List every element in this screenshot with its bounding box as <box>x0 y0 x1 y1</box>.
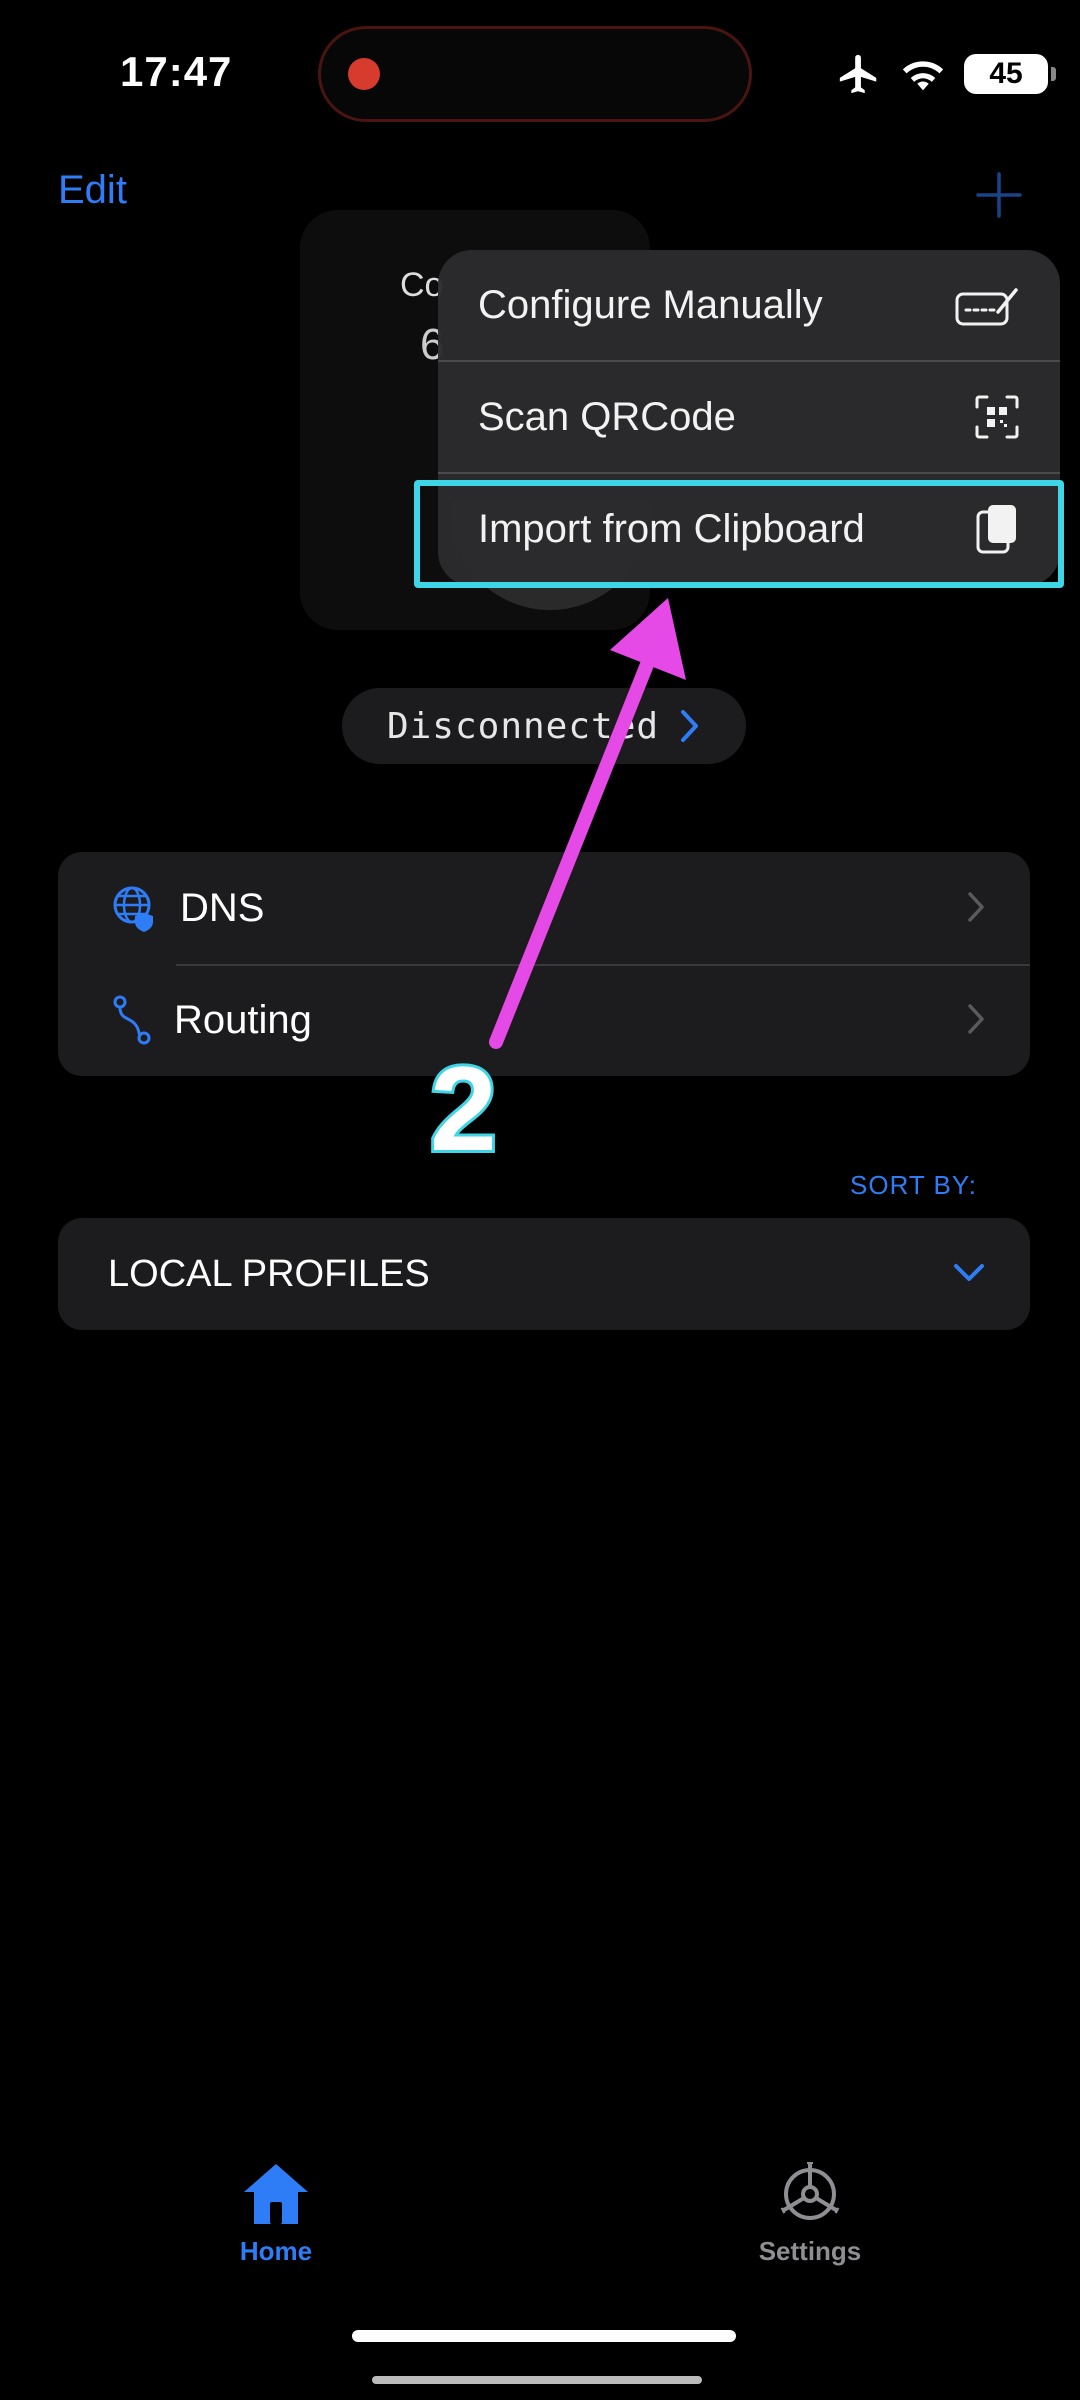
route-icon <box>113 995 151 1045</box>
airplane-icon <box>839 54 877 94</box>
globe-shield-icon <box>113 886 153 932</box>
connection-status[interactable]: Disconnected <box>342 688 746 764</box>
home-indicator-shadow <box>372 2376 702 2384</box>
menu-item-configure-manually[interactable]: Configure Manually <box>438 250 1060 360</box>
chevron-right-icon <box>968 892 984 922</box>
settings-group: DNS Routing <box>58 852 1030 1076</box>
chevron-right-icon <box>681 710 699 742</box>
menu-item-scan-qrcode[interactable]: Scan QRCode <box>438 362 1060 472</box>
menu-item-label: Scan QRCode <box>478 394 736 439</box>
dns-row[interactable]: DNS <box>58 852 1030 966</box>
chevron-right-icon <box>968 1004 984 1034</box>
battery-icon: 45 <box>964 54 1056 94</box>
menu-item-label: Configure Manually <box>478 282 823 327</box>
tab-home[interactable]: Home <box>176 2160 376 2267</box>
battery-level: 45 <box>989 57 1023 90</box>
plus-icon[interactable] <box>974 170 1024 220</box>
connection-status-label: Disconnected <box>386 705 660 747</box>
tab-settings[interactable]: Settings <box>710 2160 910 2267</box>
highlight-box <box>414 480 1064 588</box>
gear-icon <box>780 2162 840 2220</box>
local-profiles-label: LOCAL PROFILES <box>108 1252 430 1295</box>
edit-button[interactable]: Edit <box>58 168 127 213</box>
home-indicator[interactable] <box>352 2330 736 2342</box>
step-number: 2 <box>427 1039 500 1179</box>
connect-label: Co <box>400 266 444 304</box>
qrcode-scan-icon <box>975 395 1019 439</box>
status-time: 17:47 <box>120 48 233 95</box>
dns-label: DNS <box>180 885 265 930</box>
status-icons: 45 <box>836 46 1056 102</box>
local-profiles-header[interactable]: LOCAL PROFILES <box>58 1218 1030 1330</box>
sort-by-button[interactable]: SORT BY: <box>850 1170 977 1201</box>
routing-label: Routing <box>174 997 312 1042</box>
recording-indicator <box>348 58 380 90</box>
keyboard-pencil-icon <box>955 288 1018 326</box>
routing-row[interactable]: Routing <box>58 964 1030 1076</box>
dynamic-island <box>318 26 752 122</box>
wifi-icon <box>902 61 944 91</box>
chevron-down-icon <box>954 1264 984 1281</box>
home-icon <box>244 2164 308 2224</box>
tab-label: Home <box>239 2236 313 2266</box>
tab-label: Settings <box>758 2236 862 2266</box>
